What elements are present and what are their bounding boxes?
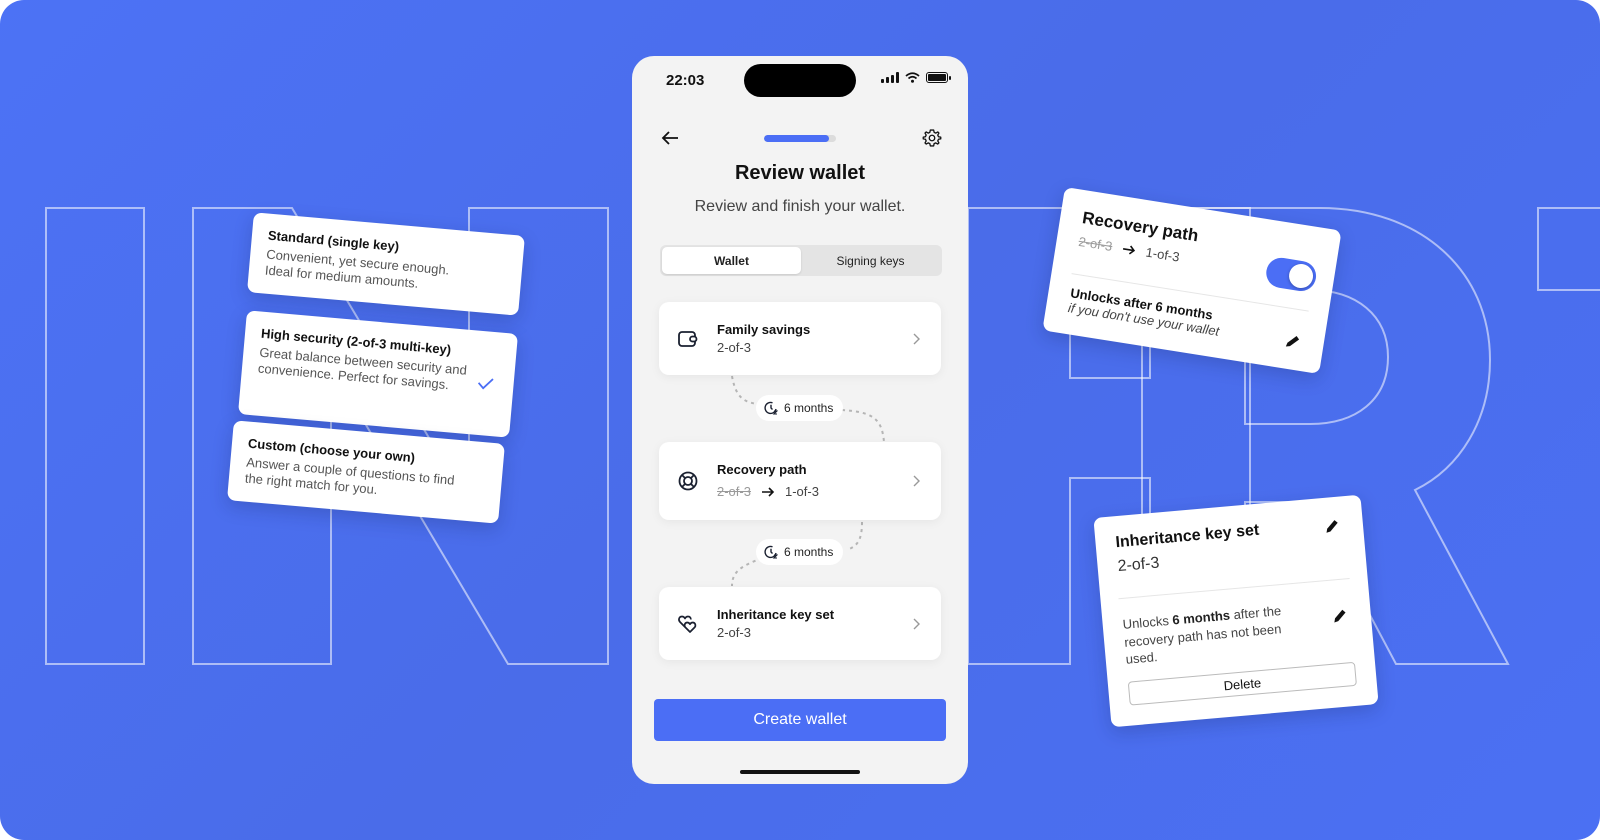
letter-i-outline xyxy=(45,207,145,665)
chevron-right-icon xyxy=(913,475,920,487)
arrow-right-icon xyxy=(1123,245,1136,255)
toggle-knob xyxy=(1287,262,1315,290)
hearts-icon xyxy=(678,615,697,633)
pencil-icon[interactable] xyxy=(1330,606,1350,626)
divider xyxy=(1118,577,1350,600)
arrow-right-icon xyxy=(761,486,775,497)
back-button[interactable] xyxy=(656,124,684,152)
quorum-new-value: 1-of-3 xyxy=(1144,244,1181,265)
desc-emphasis: 6 months xyxy=(1171,607,1231,628)
wallet-item-recovery-path[interactable]: Recovery path 2-of-3 1-of-3 xyxy=(659,442,941,520)
create-wallet-button[interactable]: Create wallet xyxy=(654,699,946,741)
pencil-icon[interactable] xyxy=(1322,517,1342,537)
quorum-value: 2-of-3 xyxy=(717,625,751,640)
status-icons xyxy=(881,72,951,83)
status-bar: 22:03 xyxy=(632,56,968,106)
quorum-new-value: 1-of-3 xyxy=(784,484,819,499)
status-time: 22:03 xyxy=(666,72,705,89)
wallet-item-title: Recovery path xyxy=(717,462,807,477)
wallet-item-title: Inheritance key set xyxy=(717,607,835,622)
wallet-item-inheritance-key-set[interactable]: Inheritance key set 2-of-3 xyxy=(659,587,941,660)
chevron-right-icon xyxy=(913,618,920,629)
quorum-value: 2-of-3 xyxy=(717,340,751,355)
phone-screen: 22:03 Review wallet Review and finish yo… xyxy=(632,56,968,784)
wallet-icon xyxy=(678,330,698,347)
quorum-old-value: 2-of-3 xyxy=(1077,233,1114,255)
letter-t-outline xyxy=(1537,207,1600,291)
tab-signing-keys[interactable]: Signing keys xyxy=(801,247,940,274)
timelock-pill: 6 months xyxy=(756,539,844,565)
page-subtitle: Review and finish your wallet. xyxy=(694,198,906,215)
timelock-pill: 6 months xyxy=(756,395,844,421)
timelock-label: 6 months xyxy=(784,401,834,415)
wallet-item-family-savings[interactable]: Family savings 2-of-3 xyxy=(659,302,941,375)
timelock-label: 6 months xyxy=(784,545,834,559)
wallet-item-title: Family savings xyxy=(717,322,811,337)
page-title: Review wallet xyxy=(734,162,866,184)
dynamic-island xyxy=(744,64,856,97)
battery-icon xyxy=(926,72,951,83)
inheritance-key-set-card: Inheritance key set 2-of-3 Unlocks 6 mon… xyxy=(1093,494,1379,728)
gear-icon xyxy=(922,129,942,147)
wallet-item-subtitle: 2-of-3 xyxy=(717,340,751,355)
clock-snooze-icon xyxy=(764,545,778,559)
cellular-signal-icon xyxy=(881,72,899,83)
lifebuoy-icon xyxy=(678,471,698,491)
desc-text: Unlocks xyxy=(1122,612,1174,632)
tab-wallet[interactable]: Wallet xyxy=(662,247,801,274)
wifi-icon xyxy=(905,72,920,83)
home-indicator xyxy=(740,770,860,774)
arrow-left-icon xyxy=(661,131,678,145)
step-progress-bar xyxy=(764,135,836,142)
step-progress-fill xyxy=(764,135,829,142)
check-icon xyxy=(477,378,494,390)
wallet-item-subtitle: 2-of-3 xyxy=(717,625,751,640)
delete-button[interactable]: Delete xyxy=(1127,661,1357,706)
clock-snooze-icon xyxy=(764,401,778,415)
wallet-item-subtitle: 2-of-3 1-of-3 xyxy=(717,484,819,499)
pencil-icon[interactable] xyxy=(1282,331,1303,352)
settings-button[interactable] xyxy=(918,124,946,152)
inheritance-unlock-description: Unlocks 6 months after the recovery path… xyxy=(1122,600,1306,668)
nav-bar xyxy=(632,120,968,156)
view-segmented-control: Wallet Signing keys xyxy=(660,245,942,276)
chevron-right-icon xyxy=(913,333,920,344)
quorum-old-value: 2-of-3 xyxy=(717,484,751,499)
hero-canvas: Standard (single key) Convenient, yet se… xyxy=(0,0,1600,840)
